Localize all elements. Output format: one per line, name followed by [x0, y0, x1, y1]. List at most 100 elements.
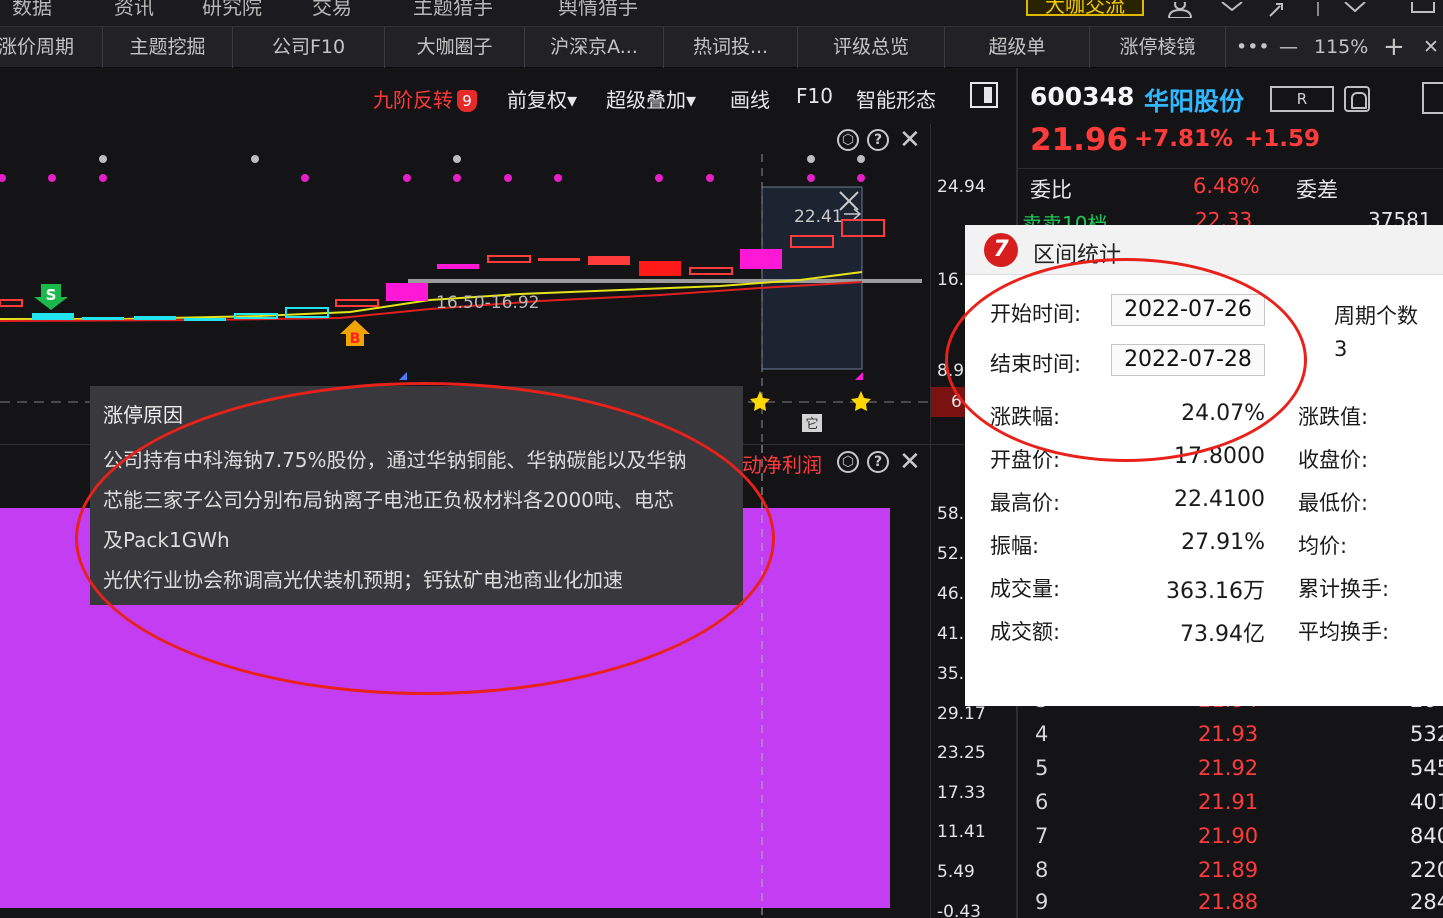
stat-label: 涨跌幅: [990, 405, 1061, 429]
alert-bell-icon[interactable] [1344, 86, 1370, 112]
signal-dots [0, 155, 865, 182]
row-index: 9 [1035, 890, 1049, 914]
weicha-label: 委差 [1296, 178, 1338, 202]
order-book-row[interactable]: 5 21.92 545 [1018, 752, 1443, 786]
menu-item-trade[interactable]: 交易 [312, 0, 352, 20]
zoom-out-button[interactable]: — [1279, 27, 1298, 68]
row-volume: 220 [1410, 858, 1443, 882]
tooltip-line: 芯能三家子公司分别布局钠离子电池正负极材料各2000吨、电芯 [103, 488, 674, 512]
pin-icon[interactable] [1268, 2, 1288, 20]
divider-icon [1316, 2, 1320, 20]
draw-line-button[interactable]: 画线 [730, 84, 770, 113]
high-price-label: 22.41 [794, 207, 843, 227]
tab-rating-overview[interactable]: 评级总览 [798, 27, 945, 68]
tab-expert-circle[interactable]: 大咖圈子 [385, 27, 525, 68]
stat-value: 22.4100 [1174, 487, 1265, 512]
star-icon[interactable] [750, 391, 770, 411]
help-icon[interactable]: ? [867, 451, 889, 473]
start-time-label: 开始时间: [990, 302, 1082, 326]
stat-value: 24.07% [1181, 401, 1265, 426]
price-tick: 16. [937, 270, 965, 290]
end-date-field[interactable]: 2022-07-28 [1111, 344, 1265, 376]
expert-chat-button[interactable]: 大咖交流 [1026, 0, 1144, 16]
tab-limit-up-prism[interactable]: 涨停棱镜 [1090, 27, 1226, 68]
row-price: 21.93 [1198, 722, 1259, 746]
top-menu-bar: 数据 资讯 研究院 交易 主题猎手 舆情猎手 大咖交流 [0, 0, 1443, 26]
last-price: 21.96 [1030, 122, 1129, 158]
window-icon[interactable] [1408, 0, 1438, 20]
app-logo-icon: 7 [984, 233, 1018, 267]
indicator-tick: -0.43 [937, 902, 981, 918]
star-icon[interactable] [851, 391, 871, 411]
menu-item-research[interactable]: 研究院 [202, 0, 262, 20]
settings-icon[interactable]: ⬡ [837, 451, 859, 473]
close-icon[interactable]: ✕ [899, 449, 921, 475]
order-book-row[interactable]: 4 21.93 532 [1018, 718, 1443, 752]
zoom-in-button[interactable]: + [1383, 27, 1405, 68]
f10-button[interactable]: F10 [796, 84, 833, 108]
nine-reversal-button[interactable]: 九阶反转 9 [373, 84, 477, 113]
r-badge[interactable]: R [1270, 86, 1334, 112]
range-label: 16.50-16.92 [436, 293, 539, 313]
more-icon[interactable]: ••• [1236, 27, 1270, 68]
price-tick: 8.9 [937, 361, 965, 381]
row-index: 4 [1035, 722, 1049, 746]
tab-company-f10[interactable]: 公司F10 [233, 27, 385, 68]
order-book-row[interactable]: 6 21.91 401 [1018, 786, 1443, 820]
tab-shsz-a[interactable]: 沪深京A... [525, 27, 664, 68]
stat-right-label: 涨跌值: [1298, 405, 1369, 429]
row-price: 21.91 [1198, 790, 1259, 814]
start-date-field[interactable]: 2022-07-26 [1111, 294, 1265, 326]
stock-code: 600348 [1030, 82, 1135, 111]
menu-item-theme-hunter[interactable]: 主题猎手 [413, 0, 493, 20]
tab-super-order[interactable]: 超级单 [945, 27, 1090, 68]
price-tick: 6 [951, 392, 962, 412]
dialog-header[interactable]: 7 区间统计 [965, 225, 1443, 275]
row-index: 8 [1035, 858, 1049, 882]
tab-hotword[interactable]: 热词投... [664, 27, 798, 68]
tab-theme-mining[interactable]: 主题挖掘 [103, 27, 233, 68]
user-icon[interactable] [1166, 0, 1194, 20]
marker-triangle-right [855, 372, 863, 380]
menu-item-sentiment-hunter[interactable]: 舆情猎手 [558, 0, 638, 20]
chevron-down-icon[interactable] [1342, 1, 1368, 20]
indicator-tick: 5.49 [937, 862, 975, 882]
expand-panel-icon[interactable] [1422, 82, 1443, 114]
tooltip-line: 及Pack1GWh [103, 528, 230, 552]
zoom-level: 115% [1314, 36, 1369, 58]
order-book-row[interactable]: 7 21.90 840 [1018, 820, 1443, 854]
stat-label: 成交量: [990, 577, 1061, 601]
indicator-tick: 17.33 [937, 783, 986, 803]
row-index: 5 [1035, 756, 1049, 780]
row-volume: 840 [1410, 824, 1443, 848]
period-count-label: 周期个数 [1334, 304, 1418, 328]
row-price: 21.89 [1198, 858, 1259, 882]
stat-right-label: 最低价: [1298, 491, 1369, 515]
tooltip-line: 公司持有中科海钠7.75%股份，通过华钠铜能、华钠碳能以及华钠 [103, 448, 687, 472]
adjust-dropdown[interactable]: 前复权▾ [507, 84, 577, 113]
order-book-row[interactable]: 8 21.89 220 [1018, 854, 1443, 888]
order-book-row[interactable]: 9 21.88 284 [1018, 886, 1443, 918]
settings-icon[interactable]: ⬡ [837, 129, 859, 151]
chart-toolbar: 九阶反转 9 前复权▾ 超级叠加▾ 画线 F10 智能形态 [0, 68, 1016, 124]
row-volume: 532 [1410, 722, 1443, 746]
sell-marker-label: S [46, 286, 57, 304]
row-volume: 545 [1410, 756, 1443, 780]
tab-price-cycle[interactable]: 涨价周期 [0, 27, 103, 68]
stat-label: 振幅: [990, 534, 1040, 558]
layout-toggle-icon[interactable] [970, 82, 998, 108]
shield-icon[interactable] [1220, 1, 1244, 20]
close-icon[interactable]: ✕ [899, 127, 921, 153]
stat-label: 开盘价: [990, 448, 1061, 472]
stock-name[interactable]: 华阳股份 [1144, 82, 1244, 118]
stat-value: 27.91% [1181, 530, 1265, 555]
help-icon[interactable]: ? [867, 129, 889, 151]
row-price: 21.88 [1198, 890, 1259, 914]
smart-shape-button[interactable]: 智能形态 [856, 84, 936, 113]
indicator-tick: 29.17 [937, 704, 986, 724]
menu-item-news[interactable]: 资讯 [114, 0, 154, 20]
stat-right-label: 均价: [1298, 534, 1348, 558]
close-icon[interactable]: ✕ [1423, 27, 1439, 68]
overlay-dropdown[interactable]: 超级叠加▾ [606, 84, 696, 113]
menu-item-data[interactable]: 数据 [12, 0, 52, 20]
